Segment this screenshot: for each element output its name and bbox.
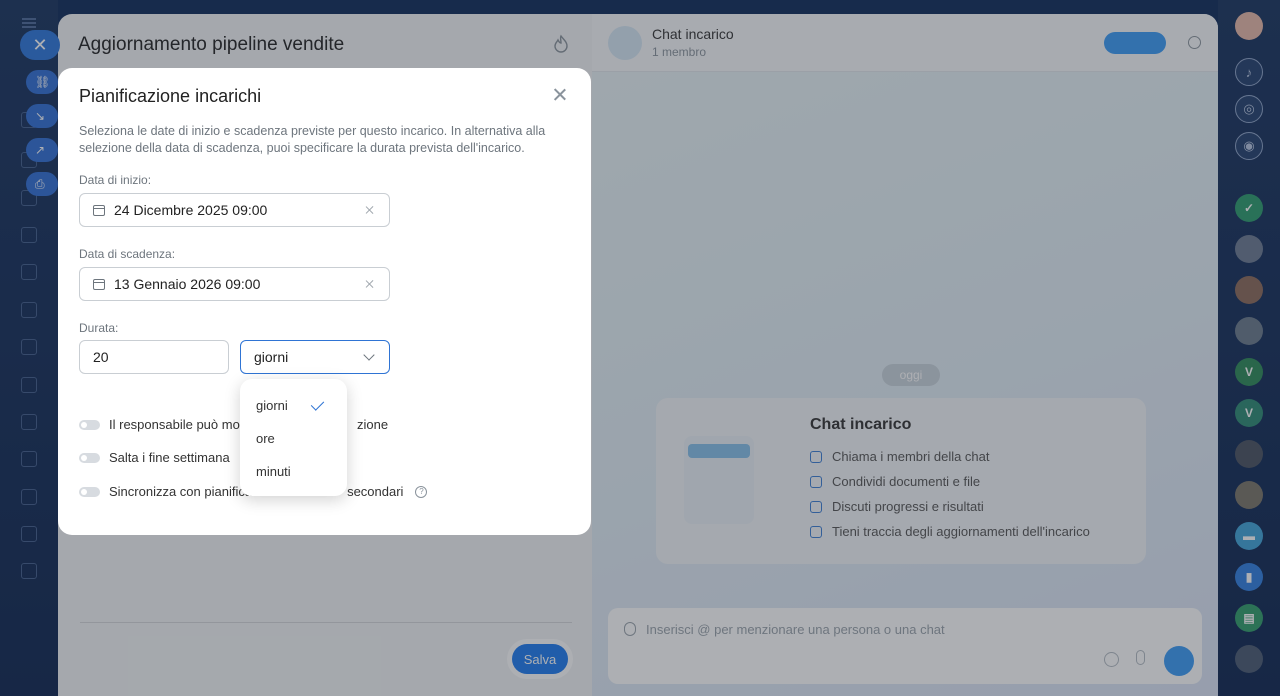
start-date-label: Data di inizio: <box>79 173 152 187</box>
calendar-icon <box>93 278 105 290</box>
toggle-switch[interactable] <box>79 486 100 497</box>
check-icon <box>310 397 325 411</box>
duration-unit-value: giorni <box>254 349 289 365</box>
dialog-description: Seleziona le date di inizio e scadenza p… <box>79 124 546 155</box>
due-date-value: 13 Gennaio 2026 09:00 <box>114 276 261 292</box>
duration-input[interactable] <box>79 340 229 374</box>
chevron-down-icon <box>363 349 375 361</box>
close-icon[interactable] <box>552 87 568 103</box>
duration-unit-select[interactable]: giorni <box>240 340 390 374</box>
start-date-value: 24 Dicembre 2025 09:00 <box>114 202 268 218</box>
calendar-icon <box>93 204 105 216</box>
clear-icon[interactable] <box>365 205 375 215</box>
toggle-row[interactable]: Salta i fine settimana <box>79 450 230 465</box>
dropdown-option-giorni[interactable]: giorni <box>256 398 288 413</box>
dropdown-option-minuti[interactable]: minuti <box>256 464 291 479</box>
dropdown-option-ore[interactable]: ore <box>256 431 275 446</box>
duration-label: Durata: <box>79 321 119 335</box>
due-date-label: Data di scadenza: <box>79 247 176 261</box>
start-date-field[interactable]: 24 Dicembre 2025 09:00 <box>79 193 390 227</box>
toggle-switch[interactable] <box>79 419 100 430</box>
dialog-title: Pianificazione incarichi <box>79 86 262 106</box>
clear-icon[interactable] <box>365 279 375 289</box>
help-icon[interactable]: ? <box>415 485 428 498</box>
due-date-field[interactable]: 13 Gennaio 2026 09:00 <box>79 267 390 301</box>
toggle-switch[interactable] <box>79 452 100 463</box>
duration-unit-dropdown: giorni ore minuti <box>240 379 347 496</box>
